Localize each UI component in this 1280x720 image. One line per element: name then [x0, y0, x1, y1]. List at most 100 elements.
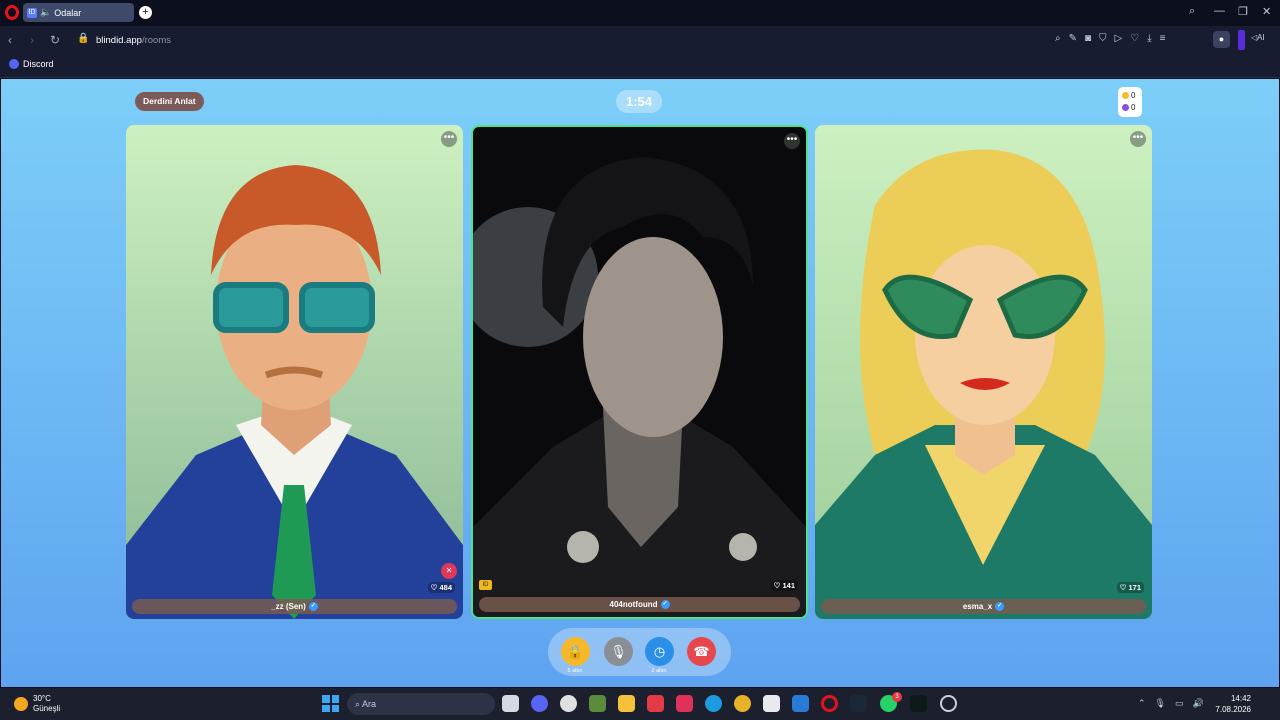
- url-domain: blindid.app: [96, 35, 142, 46]
- lock-cost: 5 altın: [567, 668, 583, 674]
- likes-count: ♡ 484: [427, 582, 455, 593]
- mute-mic-button[interactable]: 🎙: [604, 637, 633, 666]
- participant-card[interactable]: ••• ✕ ♡ 484 _zz (Sen) ✓: [126, 125, 463, 619]
- opera-taskbar-icon[interactable]: [821, 695, 838, 712]
- download-icon[interactable]: ⤓: [1147, 33, 1151, 44]
- participant-card[interactable]: ••• ♡ 171 esma_x ✓: [815, 125, 1152, 619]
- verified-icon: ✓: [308, 602, 318, 612]
- likes-value: 141: [782, 581, 795, 590]
- start-icon[interactable]: [322, 695, 339, 712]
- app-icon-2[interactable]: [940, 695, 957, 712]
- file-explorer-icon[interactable]: [618, 695, 635, 712]
- bookmark-discord[interactable]: Discord: [9, 59, 54, 69]
- likes-value: 171: [1128, 583, 1141, 592]
- rooms-page: Derdini Anlat 1:54 0 0 ••• ✕ ♡ 484 _zz (…: [1, 79, 1279, 687]
- steam-icon[interactable]: [850, 695, 867, 712]
- reload-icon[interactable]: ↻: [50, 33, 60, 47]
- ai-label: AI: [1257, 33, 1265, 42]
- muted-mic-icon: ✕: [441, 563, 457, 579]
- avatar-blonde-woman: [815, 149, 1152, 619]
- avatar-dark-hair-man: [473, 157, 806, 617]
- clock[interactable]: 14:42 7.08.2026: [1215, 693, 1251, 715]
- add-time-button[interactable]: ◷: [645, 637, 674, 666]
- store-icon[interactable]: [763, 695, 780, 712]
- verified-icon: ✓: [995, 602, 1005, 612]
- name-label: esma_x: [962, 602, 993, 611]
- gold-count: 0: [1131, 91, 1136, 100]
- call-controls: 🔒 5 altın 🎙 ◷ 2 altın ☎: [548, 628, 731, 676]
- profile-icon[interactable]: ●: [1213, 31, 1230, 48]
- name-label: _zz (Sen): [271, 602, 306, 611]
- app-icon[interactable]: [560, 695, 577, 712]
- monitor-app-icon[interactable]: [910, 695, 927, 712]
- speaker-icon: 🔈: [40, 7, 52, 17]
- whatsapp-badge: 3: [892, 692, 902, 702]
- participant-name: 404notfound ✓: [479, 597, 800, 612]
- minimize-icon[interactable]: —: [1214, 5, 1225, 17]
- hang-up-button[interactable]: ☎: [687, 637, 716, 666]
- play-icon[interactable]: ▷: [1115, 33, 1123, 44]
- toolbar-icons: ⌕ ✎ ◙ ⛉ ▷ ♡ ⤓ ≡: [1055, 33, 1165, 44]
- bookmarks-bar: [0, 54, 1280, 78]
- weather-widget[interactable]: 30°C Güneşli: [14, 694, 60, 714]
- lock-icon[interactable]: 🔒: [77, 33, 89, 44]
- forward-icon[interactable]: ›: [30, 33, 34, 47]
- room-timer: 1:54: [616, 90, 662, 113]
- purple-gem-icon: [1122, 104, 1129, 112]
- windows-taskbar: [0, 688, 1280, 720]
- chrome-icon[interactable]: [734, 695, 751, 712]
- sun-icon: [14, 697, 28, 711]
- more-options-button[interactable]: •••: [441, 131, 457, 147]
- gold-coin-icon: [1122, 92, 1129, 100]
- new-tab-button[interactable]: +: [139, 6, 152, 19]
- back-icon[interactable]: ‹: [8, 33, 12, 47]
- likes-value: 484: [439, 583, 452, 592]
- participant-name: esma_x ✓: [821, 599, 1146, 614]
- minecraft-icon[interactable]: [589, 695, 606, 712]
- weather-text: Güneşli: [33, 704, 61, 713]
- search-tabs-icon[interactable]: ⌕: [1189, 5, 1195, 18]
- browser-tabbar: [0, 0, 1280, 26]
- taskbar-search[interactable]: ⌕ Ara: [347, 693, 495, 715]
- blindid-favicon-icon: ID: [27, 7, 37, 18]
- heart-icon[interactable]: ♡: [1130, 33, 1139, 44]
- verified-icon: ✓: [660, 600, 670, 610]
- topic-pill[interactable]: Derdini Anlat: [135, 92, 204, 111]
- more-options-button[interactable]: •••: [1130, 131, 1146, 147]
- volume-icon[interactable]: 🔊: [1193, 698, 1204, 709]
- task-view-icon[interactable]: [502, 695, 519, 712]
- edge-icon[interactable]: [705, 695, 722, 712]
- chevron-up-icon[interactable]: ⌃: [1138, 698, 1146, 709]
- more-options-button[interactable]: •••: [784, 133, 800, 149]
- time: 14:42: [1230, 694, 1251, 703]
- time-cost: 2 altın: [651, 668, 667, 674]
- purple-count: 0: [1131, 103, 1136, 112]
- url-field[interactable]: blindid.app/rooms: [96, 35, 171, 46]
- browser-tab[interactable]: ID 🔈 Odalar: [23, 3, 134, 22]
- search-icon[interactable]: ⌕: [1055, 33, 1061, 44]
- edit-icon[interactable]: ✎: [1069, 33, 1077, 44]
- lock-button[interactable]: 🔒: [561, 637, 590, 666]
- close-icon[interactable]: ✕: [1262, 5, 1271, 18]
- ai-button[interactable]: ◁AI: [1251, 33, 1265, 42]
- network-icon[interactable]: ▭: [1175, 698, 1184, 709]
- camera-icon[interactable]: ◙: [1085, 33, 1091, 44]
- menu-icon[interactable]: ≡: [1160, 33, 1166, 44]
- mail-icon[interactable]: [792, 695, 809, 712]
- photo-app-icon[interactable]: [676, 695, 693, 712]
- search-placeholder: Ara: [362, 699, 377, 709]
- shield-icon[interactable]: ⛉: [1099, 33, 1107, 44]
- mic-icon[interactable]: 🎙: [1155, 698, 1166, 709]
- participant-card[interactable]: ••• ID ♡ 141 404notfound ✓: [471, 125, 808, 619]
- id-badge-icon: ID: [479, 580, 492, 590]
- wps-icon[interactable]: [647, 695, 664, 712]
- maximize-icon[interactable]: ❐: [1238, 5, 1248, 18]
- sidebar-indicator: [1238, 30, 1245, 50]
- system-tray: ⌃ 🎙 ▭ 🔊: [1138, 698, 1204, 709]
- opera-logo-icon[interactable]: [5, 5, 19, 20]
- temperature: 30°C: [33, 694, 51, 703]
- likes-count: ♡ 141: [770, 580, 798, 591]
- coin-balance: 0 0: [1118, 87, 1142, 117]
- discord-app-icon[interactable]: [531, 695, 548, 712]
- date: 7.08.2026: [1215, 705, 1251, 714]
